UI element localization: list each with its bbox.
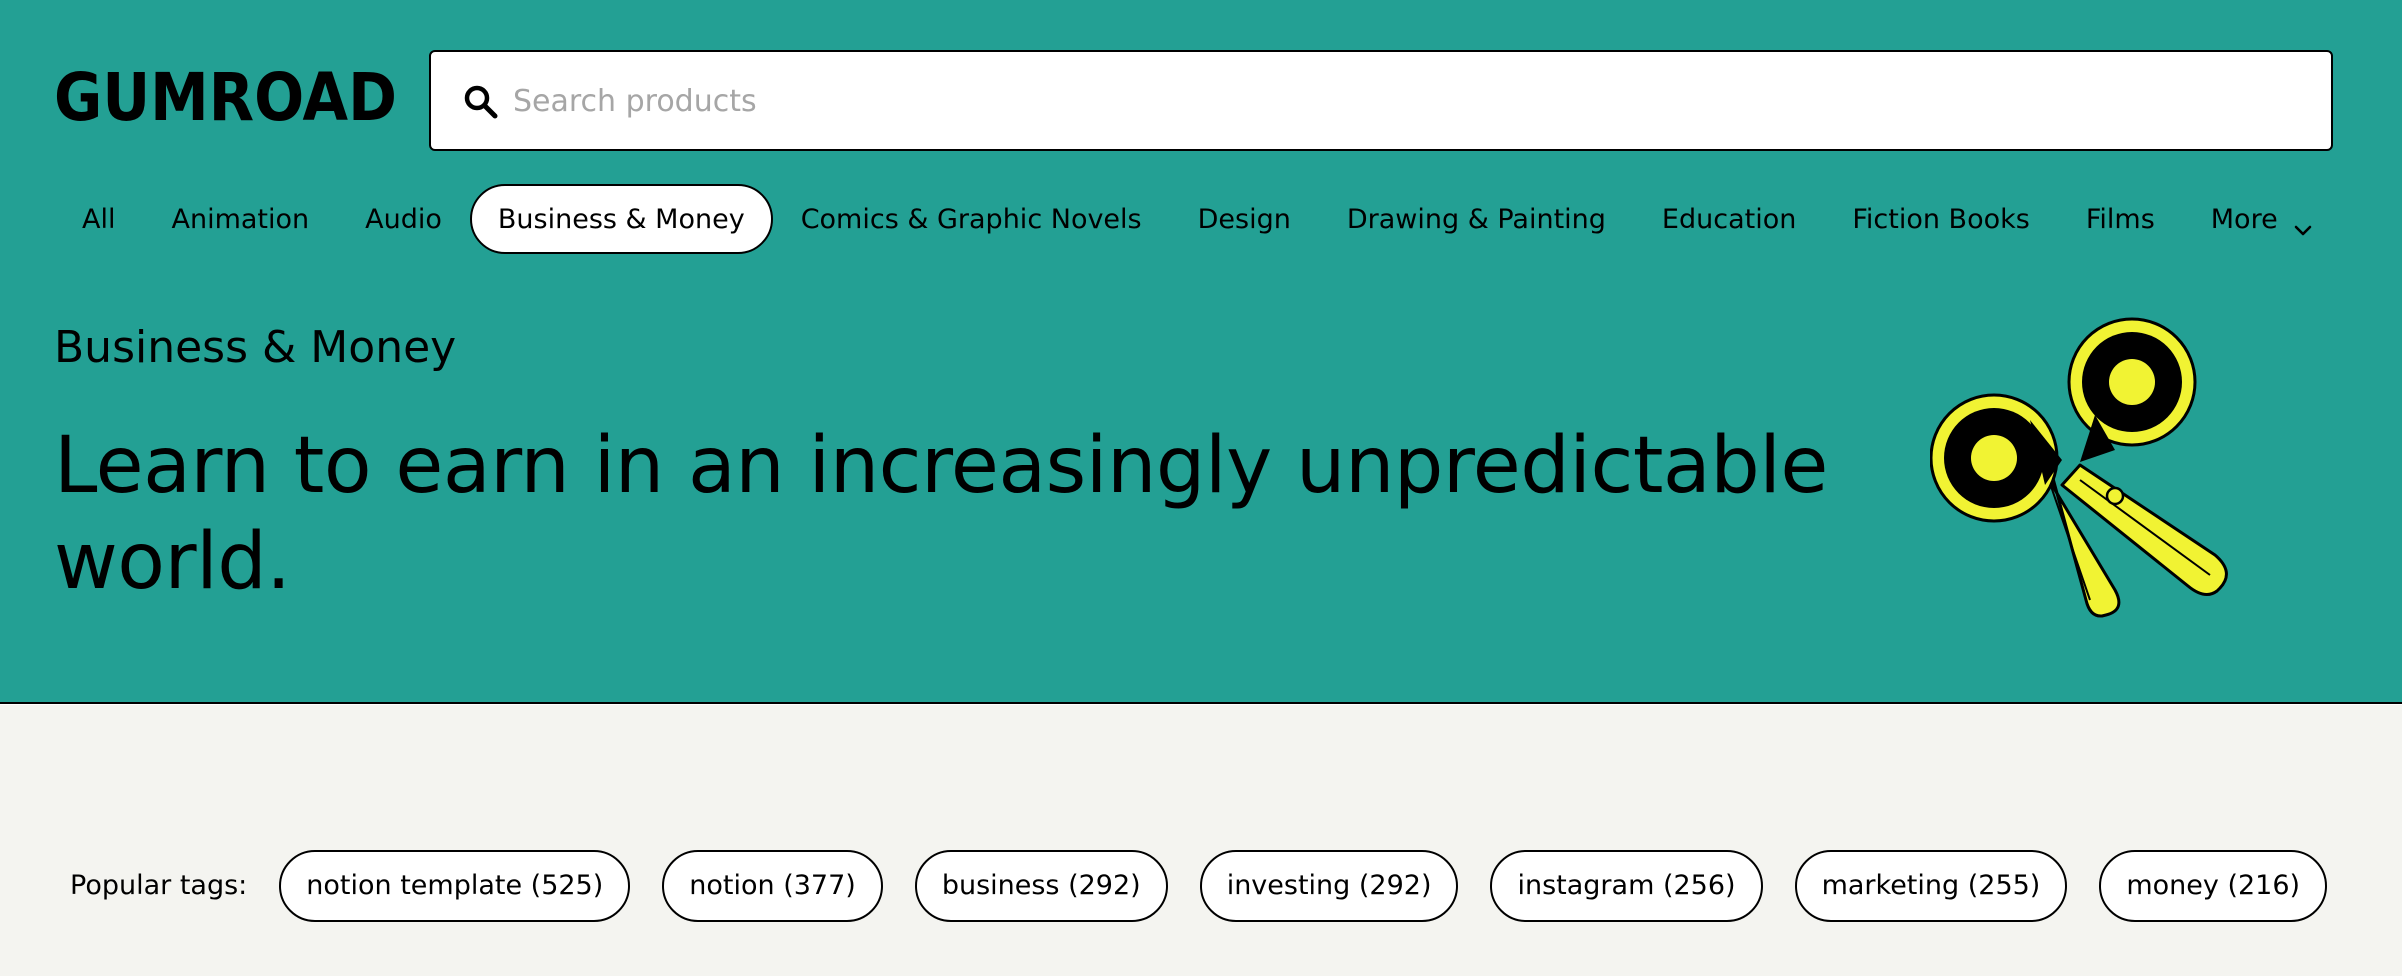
popular-tags-label: Popular tags:: [70, 870, 248, 901]
nav-item-fiction-books[interactable]: Fiction Books: [1824, 184, 2057, 254]
scissors-icon: [1929, 310, 2260, 650]
search-bar[interactable]: [429, 50, 2333, 151]
search-icon: [463, 84, 499, 120]
tag-pill[interactable]: instagram (256): [1490, 849, 1763, 922]
nav-item-animation[interactable]: Animation: [143, 184, 337, 254]
tag-pill[interactable]: investing (292): [1199, 849, 1459, 922]
tag-pill[interactable]: notion (377): [662, 849, 883, 922]
hero-section: GUMROAD All Animation Audio Business & M…: [0, 0, 2402, 704]
tag-pill[interactable]: money (216): [2099, 849, 2328, 922]
popular-tags: Popular tags: notion template (525) noti…: [70, 848, 2333, 923]
more-label: More: [2210, 203, 2278, 235]
nav-item-films[interactable]: Films: [2058, 184, 2183, 254]
nav-item-drawing-painting[interactable]: Drawing & Painting: [1319, 184, 1634, 254]
gumroad-logo[interactable]: GUMROAD: [54, 59, 399, 136]
nav-item-education[interactable]: Education: [1634, 184, 1824, 254]
category-tagline: Learn to earn in an increasingly unpredi…: [54, 421, 1828, 607]
nav-item-business-money[interactable]: Business & Money: [469, 184, 773, 254]
category-title: Business & Money: [54, 322, 457, 373]
content-area: [0, 705, 2402, 976]
search-input[interactable]: [511, 66, 2301, 136]
nav-item-all[interactable]: All: [54, 184, 143, 254]
nav-item-audio[interactable]: Audio: [337, 184, 470, 254]
tag-pill[interactable]: marketing (255): [1794, 849, 2068, 922]
nav-item-comics[interactable]: Comics & Graphic Novels: [773, 184, 1170, 254]
logo-text: GUMROAD: [54, 60, 397, 132]
tag-pill[interactable]: notion template (525): [279, 849, 631, 922]
tag-pill[interactable]: business (292): [914, 849, 1168, 922]
nav-item-design[interactable]: Design: [1170, 184, 1319, 254]
nav-item-more[interactable]: More: [2183, 184, 2340, 254]
chevron-down-icon: [2294, 213, 2312, 236]
category-nav: All Animation Audio Business & Money Com…: [54, 184, 2340, 254]
